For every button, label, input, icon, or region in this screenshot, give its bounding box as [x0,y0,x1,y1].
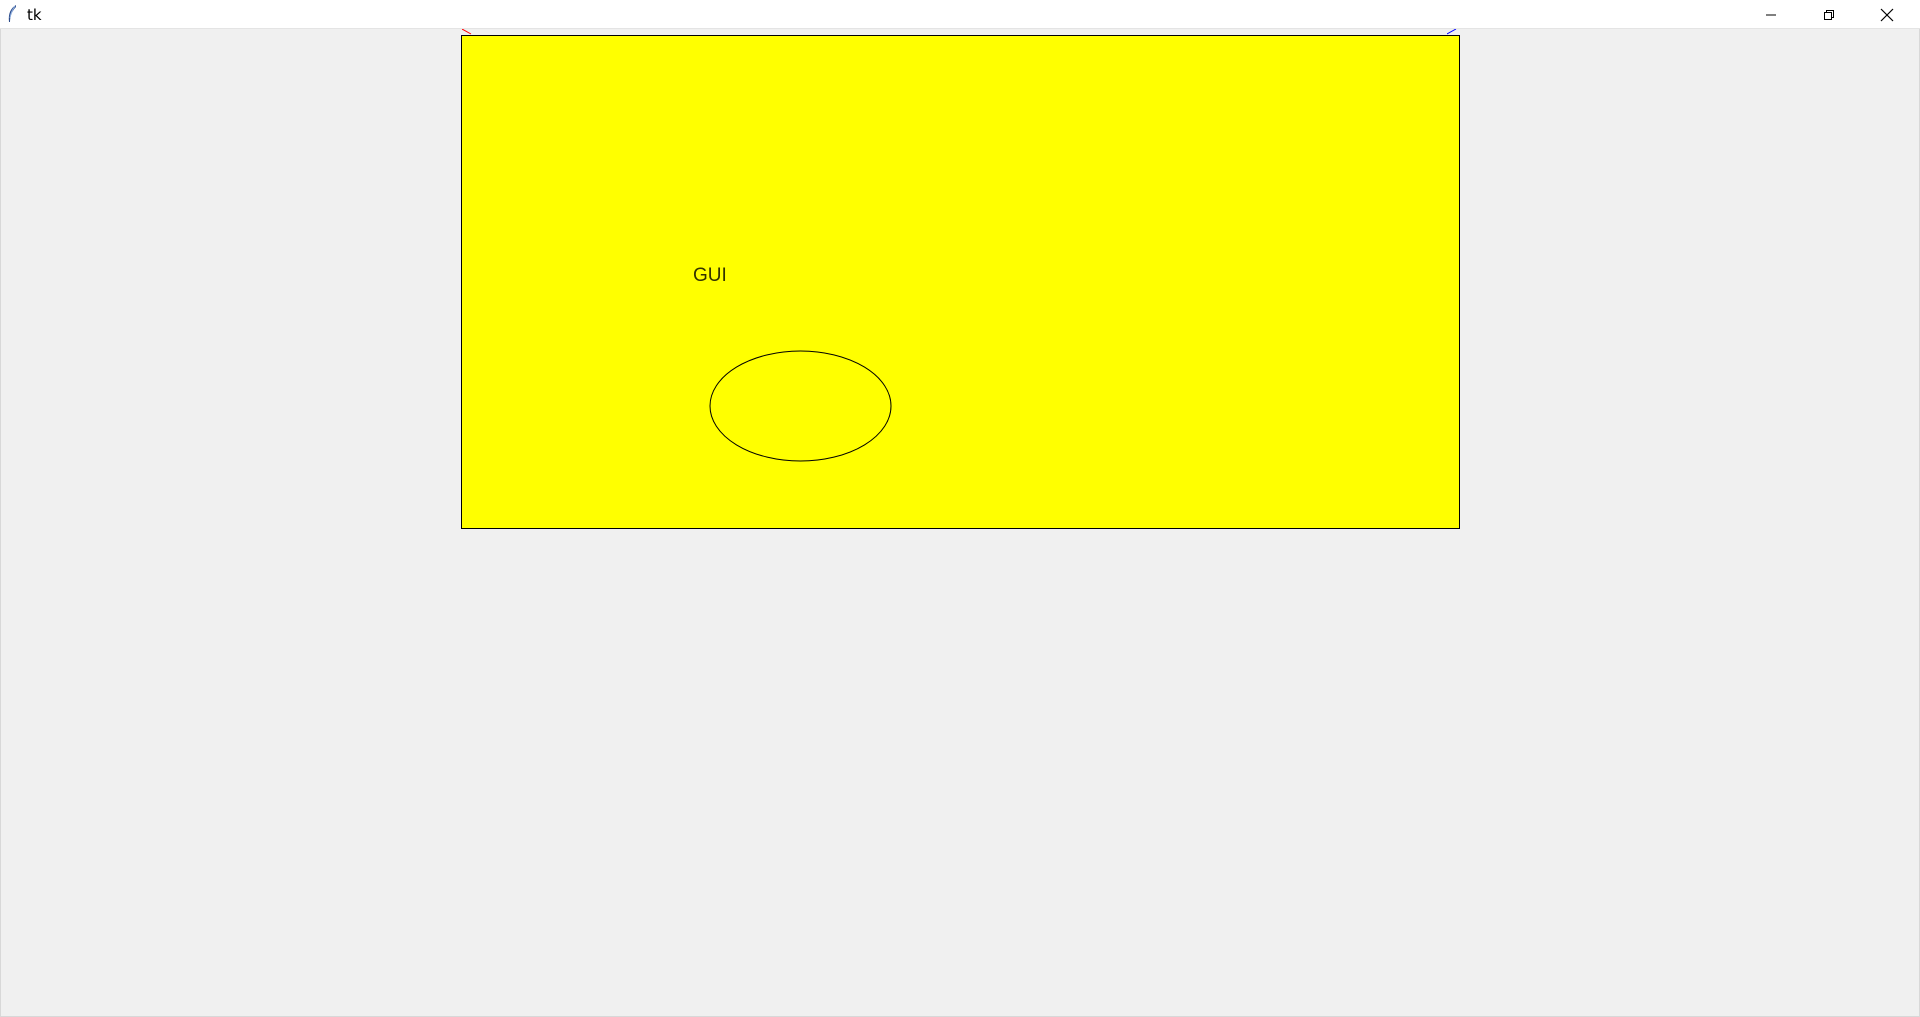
app-window: tk GUI [0,0,1920,1017]
title-bar[interactable]: tk [0,0,1920,29]
canvas-text-gui: GUI [693,265,727,286]
close-icon [1880,8,1894,21]
window-client-area: GUI [0,29,1920,1017]
restore-icon [1824,9,1834,20]
drawing-canvas[interactable]: GUI [461,35,1460,529]
tk-feather-icon [8,5,16,22]
minimize-button[interactable] [1742,0,1800,29]
window-title: tk [27,6,42,24]
close-button[interactable] [1858,0,1916,29]
restore-button[interactable] [1800,0,1858,29]
minimize-icon [1766,14,1776,15]
canvas-oval [709,350,892,462]
